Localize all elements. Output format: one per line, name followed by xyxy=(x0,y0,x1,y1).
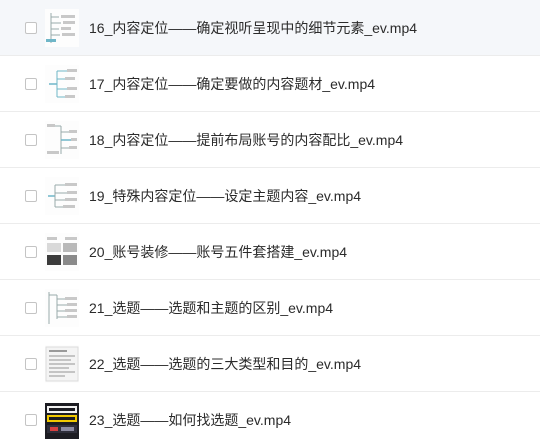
screenshots-thumbnail xyxy=(45,233,79,271)
video-cover-thumbnail xyxy=(45,403,79,439)
row-checkbox[interactable] xyxy=(25,302,37,314)
file-row[interactable]: 17_内容定位——确定要做的内容题材_ev.mp4 xyxy=(0,56,540,112)
document-thumbnail xyxy=(45,345,79,383)
row-checkbox[interactable] xyxy=(25,246,37,258)
mindmap-thumbnail xyxy=(45,289,79,327)
row-checkbox[interactable] xyxy=(25,190,37,202)
file-name: 16_内容定位——确定视听呈现中的细节元素_ev.mp4 xyxy=(89,20,418,36)
row-checkbox[interactable] xyxy=(25,358,37,370)
file-name: 18_内容定位——提前布局账号的内容配比_ev.mp4 xyxy=(89,132,404,148)
row-checkbox[interactable] xyxy=(25,78,37,90)
row-checkbox[interactable] xyxy=(25,414,37,426)
file-row[interactable]: 19_特殊内容定位——设定主题内容_ev.mp4 xyxy=(0,168,540,224)
file-row[interactable]: 23_选题——如何找选题_ev.mp4 xyxy=(0,392,540,447)
mindmap-thumbnail xyxy=(45,9,79,47)
file-name: 22_选题——选题的三大类型和目的_ev.mp4 xyxy=(89,356,362,372)
mindmap-thumbnail xyxy=(45,65,79,103)
file-name: 17_内容定位——确定要做的内容题材_ev.mp4 xyxy=(89,76,376,92)
row-checkbox[interactable] xyxy=(25,22,37,34)
file-name: 20_账号装修——账号五件套搭建_ev.mp4 xyxy=(89,244,348,260)
file-name: 23_选题——如何找选题_ev.mp4 xyxy=(89,412,292,428)
file-row[interactable]: 18_内容定位——提前布局账号的内容配比_ev.mp4 xyxy=(0,112,540,168)
mindmap-thumbnail xyxy=(45,121,79,159)
file-row[interactable]: 16_内容定位——确定视听呈现中的细节元素_ev.mp4 xyxy=(0,0,540,56)
file-name: 19_特殊内容定位——设定主题内容_ev.mp4 xyxy=(89,188,362,204)
file-list: 16_内容定位——确定视听呈现中的细节元素_ev.mp4 17_内容定位——确定… xyxy=(0,0,540,447)
row-checkbox[interactable] xyxy=(25,134,37,146)
file-row[interactable]: 20_账号装修——账号五件套搭建_ev.mp4 xyxy=(0,224,540,280)
mindmap-thumbnail xyxy=(45,177,79,215)
file-row[interactable]: 21_选题——选题和主题的区别_ev.mp4 xyxy=(0,280,540,336)
file-name: 21_选题——选题和主题的区别_ev.mp4 xyxy=(89,300,334,316)
file-row[interactable]: 22_选题——选题的三大类型和目的_ev.mp4 xyxy=(0,336,540,392)
